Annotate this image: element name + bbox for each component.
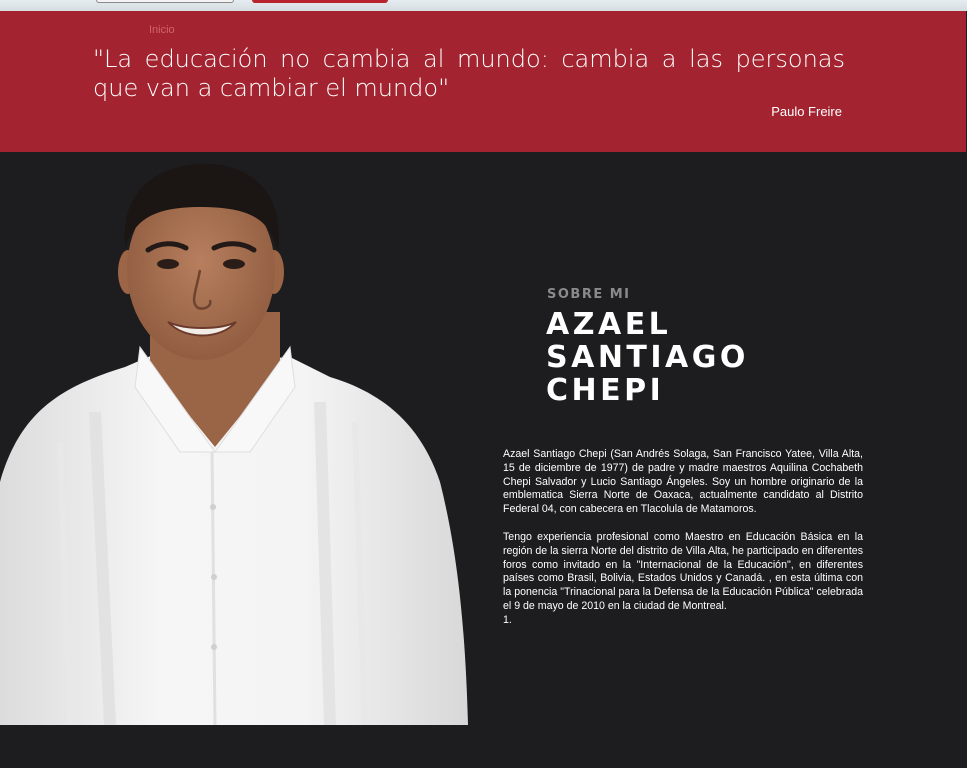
breadcrumb-home-link[interactable]: Inicio — [149, 24, 175, 36]
section-eyebrow: SOBRE MI — [547, 287, 631, 302]
biography-text: Azael Santiago Chepi (San Andrés Solaga,… — [503, 448, 863, 628]
name-line: CHEPI — [546, 373, 665, 408]
name-line: AZAEL — [546, 307, 672, 342]
name-line: SANTIAGO — [546, 340, 749, 375]
nav-button-primary[interactable] — [252, 0, 388, 3]
top-navigation-strip — [0, 0, 967, 11]
bio-paragraph: Azael Santiago Chepi (San Andrés Solaga,… — [503, 448, 863, 516]
bio-paragraph: Tengo experiencia profesional como Maest… — [503, 530, 863, 612]
quote-banner: Inicio "La educación no cambia al mundo:… — [0, 11, 966, 152]
quote-author: Paulo Freire — [771, 104, 842, 119]
nav-button-outline[interactable] — [96, 0, 234, 3]
portrait-photo — [0, 163, 468, 725]
person-name-heading: AZAEL SANTIAGO CHEPI — [546, 308, 749, 407]
bio-list-marker: 1. — [503, 613, 512, 626]
quote-text: "La educación no cambia al mundo: cambia… — [93, 45, 845, 102]
